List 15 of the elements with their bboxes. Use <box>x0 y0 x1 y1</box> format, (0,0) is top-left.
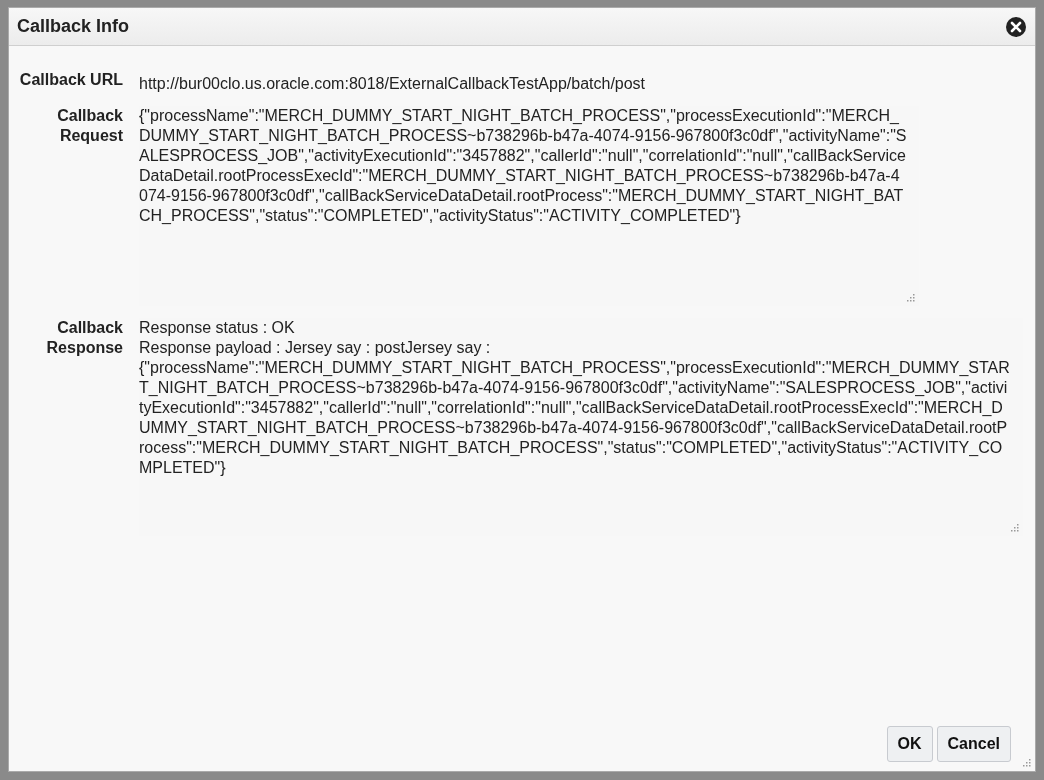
dialog-title: Callback Info <box>17 15 130 38</box>
close-icon[interactable] <box>1005 15 1027 38</box>
area-text: Response payload : Jersey say : postJersey say : <box>139 338 492 358</box>
area-text: Response status : OK <box>139 318 296 338</box>
resize-grip-icon[interactable] <box>907 294 915 302</box>
resize-grip-icon[interactable] <box>1011 524 1019 532</box>
field-value: http://bur00clo.us.oracle.com:8018/ExternalCallbackTestApp/batch/post <box>139 74 646 94</box>
area-text: {"processName":"MERCH_DUMMY_START_NIGHT_BATCH_PROCESS","processExecutionId":"MERCH_DUMMY_START_NIGHT_BATCH_PROCESS~b738296b-b47a-4074-9156-967800f3c0df","activityName":"SALESPROCESS_JOB","activityExecutionId":"3457882","callerId":"null","correlationId":"null","callBackServiceDataDetail.rootProcessExecId":"MERCH_DUMMY_START_NIGHT_BATCH_PROCESS~b738296b-b47a-4074-9156-967800f3c0df","callBackServiceDataDetail.rootProcess":"MERCH_DUMMY_START_NIGHT_BATCH_PROCESS","status":"COMPLETED","activityStatus":"ACTIVITY_COMPLETED"} <box>139 358 1011 478</box>
field-label: Callback Response <box>45 318 123 358</box>
area-text: {"processName":"MERCH_DUMMY_START_NIGHT_BATCH_PROCESS","processExecutionId":"MERCH_DUMMY_START_NIGHT_BATCH_PROCESS~b738296b-b47a-4074-9156-967800f3c0df","activityName":"SALESPROCESS_JOB","activityExecutionId":"3457882","callerId":"null","correlationId":"null","callBackServiceDataDetail.rootProcessExecId":"MERCH_DUMMY_START_NIGHT_BATCH_PROCESS~b738296b-b47a-4074-9156-967800f3c0df","callBackServiceDataDetail.rootProcess":"MERCH_DUMMY_START_NIGHT_BATCH_PROCESS","status":"COMPLETED","activityStatus":"ACTIVITY_COMPLETED"} <box>139 106 907 226</box>
field-label: Callback URL <box>18 70 123 90</box>
resize-grip-icon[interactable] <box>1023 759 1031 767</box>
field-label: Callback Request <box>56 106 123 146</box>
ok-button[interactable]: OK <box>886 726 933 762</box>
cancel-button[interactable]: Cancel <box>936 726 1011 762</box>
